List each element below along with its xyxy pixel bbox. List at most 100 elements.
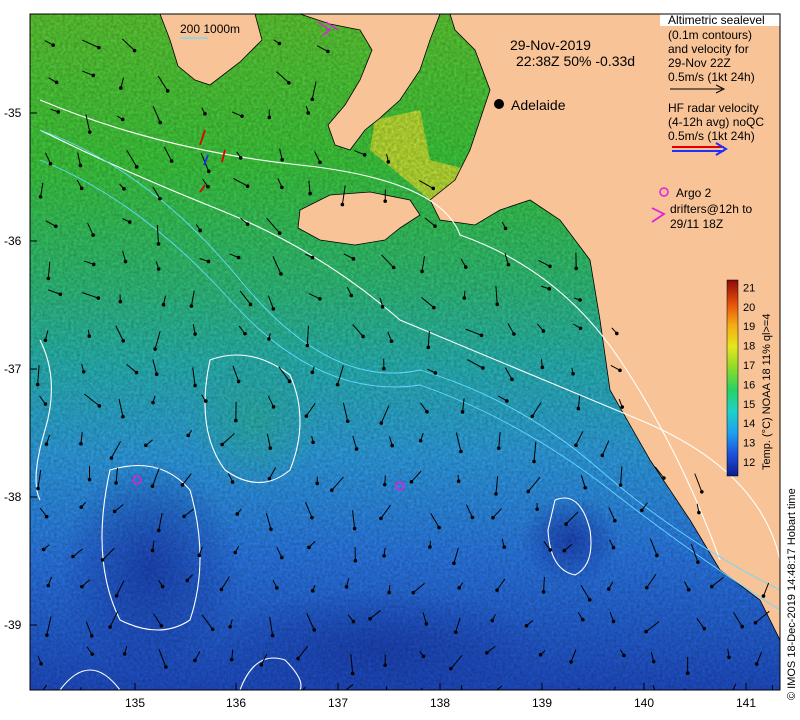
velocity-arrow-head <box>245 184 250 189</box>
velocity-arrow-head <box>771 697 775 701</box>
velocity-arrow-head <box>354 447 359 451</box>
velocity-arrow-head <box>287 379 292 384</box>
velocity-arrow-head <box>127 220 132 224</box>
velocity-arrow-head <box>611 619 616 624</box>
lon-tick-label: 135 <box>125 696 145 710</box>
velocity-arrow-head <box>122 652 127 656</box>
city-label: Adelaide <box>511 97 566 113</box>
velocity-arrow-head <box>228 624 232 629</box>
velocity-arrow-head <box>490 618 495 623</box>
lon-tick-label: 137 <box>328 696 348 710</box>
velocity-arrow-head <box>485 651 489 655</box>
velocity-arrow-head <box>425 409 429 414</box>
velocity-arrow-head <box>89 633 94 638</box>
velocity-arrow-head <box>206 169 211 174</box>
velocity-arrow-head <box>109 456 114 460</box>
velocity-arrow-head <box>753 620 758 625</box>
velocity-arrow-head <box>335 382 340 387</box>
lat-tick-label: -36 <box>4 234 22 248</box>
date-label: 29-Nov-2019 <box>510 37 591 53</box>
velocity-arrow-head <box>662 476 666 480</box>
velocity-arrow-head <box>267 337 271 341</box>
scale-label: 200 1000m <box>180 22 240 36</box>
colorbar-tick-label: 15 <box>743 399 755 411</box>
velocity-arrow-head <box>576 406 581 411</box>
velocity-arrow-head <box>702 626 707 631</box>
altimetry-line-4: 29-Nov 22Z <box>668 56 731 70</box>
velocity-arrow-head <box>362 153 367 157</box>
velocity-arrow-head <box>235 512 240 516</box>
colorbar-tick-label: 14 <box>743 418 755 430</box>
velocity-arrow-head <box>574 266 579 271</box>
velocity-arrow-head <box>112 509 117 514</box>
velocity-arrow-head <box>379 516 383 521</box>
velocity-arrow-head <box>158 120 162 125</box>
velocity-arrow-head <box>87 130 92 134</box>
velocity-arrow-head <box>562 548 567 553</box>
velocity-arrow-head <box>271 307 276 311</box>
velocity-arrow-head <box>268 446 273 450</box>
velocity-arrow-head <box>382 482 387 487</box>
velocity-arrow-head <box>418 438 423 443</box>
velocity-arrow-head <box>193 332 197 336</box>
velocity-arrow-head <box>280 555 284 560</box>
velocity-arrow-head <box>117 701 121 705</box>
velocity-arrow-head <box>541 590 546 594</box>
velocity-arrow-head <box>409 480 414 484</box>
velocity-arrow-head <box>156 242 161 246</box>
velocity-arrow-head <box>71 554 75 559</box>
velocity-arrow-head <box>385 692 389 696</box>
velocity-arrow-head <box>532 459 536 464</box>
velocity-arrow-head <box>709 584 714 589</box>
velocity-arrow-head <box>39 661 43 666</box>
velocity-arrow-head <box>390 443 395 448</box>
velocity-arrow-head <box>199 697 203 701</box>
velocity-arrow-head <box>382 366 386 371</box>
velocity-arrow-head <box>506 262 511 267</box>
velocity-arrow-head <box>452 561 456 566</box>
velocity-arrow-head <box>156 528 161 533</box>
velocity-arrow-head <box>310 370 315 375</box>
velocity-arrow-head <box>574 443 578 447</box>
velocity-arrow-head <box>644 629 648 634</box>
velocity-arrow-head <box>271 405 276 409</box>
velocity-arrow-head <box>606 587 611 591</box>
velocity-arrow-head <box>276 697 280 701</box>
velocity-arrow-head <box>449 666 453 671</box>
velocity-arrow-head <box>134 165 139 169</box>
velocity-arrow-head <box>379 421 384 425</box>
velocity-arrow-head <box>622 653 626 658</box>
svg-text:HF radar velocity (4-1: HF radar velocity (4-12h avg) noQC 0.5m/… <box>668 101 767 143</box>
velocity-arrow-head <box>308 191 312 196</box>
velocity-arrow-head <box>651 659 656 664</box>
altimetry-line-1: Altimetric sealevel <box>668 13 765 27</box>
velocity-arrow-head <box>578 326 583 331</box>
velocity-arrow-head <box>182 514 186 519</box>
velocity-arrow-head <box>151 400 155 405</box>
velocity-arrow-head <box>156 267 161 271</box>
velocity-arrow-head <box>697 510 701 515</box>
velocity-arrow-head <box>580 617 585 622</box>
velocity-arrow-head <box>674 695 678 699</box>
velocity-arrow-head <box>461 695 465 699</box>
velocity-arrow-head <box>206 259 211 264</box>
velocity-arrow-head <box>270 633 275 638</box>
velocity-arrow-head <box>353 558 358 563</box>
velocity-arrow-head <box>496 446 501 451</box>
velocity-arrow-head <box>620 405 625 409</box>
velocity-arrow-head <box>287 80 291 85</box>
velocity-arrow-head <box>437 525 441 530</box>
velocity-arrow-head <box>46 276 51 281</box>
velocity-arrow-head <box>43 402 48 406</box>
velocity-arrow-head <box>153 347 157 351</box>
velocity-arrow-head <box>727 697 731 701</box>
velocity-arrow-shaft <box>274 692 278 699</box>
velocity-arrow-head <box>58 292 63 297</box>
velocity-arrow-head <box>229 657 234 662</box>
velocity-arrow-head <box>421 654 426 659</box>
colorbar-tick-label: 17 <box>743 360 755 372</box>
velocity-arrow-head <box>644 585 649 590</box>
velocity-arrow-head <box>204 399 208 403</box>
velocity-arrow-head <box>470 515 475 520</box>
velocity-arrow-head <box>236 255 241 260</box>
